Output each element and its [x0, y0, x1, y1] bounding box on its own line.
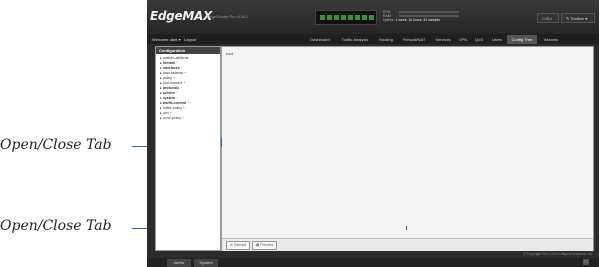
tab-vpn[interactable]: VPN: [456, 35, 470, 44]
tab-config-tree[interactable]: Config Tree: [507, 35, 537, 44]
tab-dashboard[interactable]: Dashboard: [305, 35, 335, 44]
toolbox-button[interactable]: ✎ Toolbox ▾: [561, 13, 595, 23]
tab-routing[interactable]: Routing: [375, 35, 397, 44]
uptime-value: 1 week, 16 hours, 32 minutes: [395, 18, 440, 22]
root-node[interactable]: root: [226, 51, 233, 56]
port-indicator: [334, 15, 339, 20]
sidebar-item-zone-policy[interactable]: ▸ zone-policy +: [160, 116, 184, 121]
cpu-bar: [399, 11, 459, 13]
top-bar: EdgeMAX EdgeRouter Pro v1.8.0 CPU: RAM: …: [147, 0, 599, 34]
port-indicator: [369, 15, 374, 20]
open-close-tab-callout-top: Open/Close Tab: [0, 137, 112, 153]
discard-button[interactable]: ⊘ Discard: [226, 241, 251, 250]
footer-tab-alerts[interactable]: Alerts: [167, 259, 191, 267]
sidebar-title: Configuration: [156, 47, 220, 54]
tab-firewall-nat[interactable]: Firewall/NAT: [398, 35, 430, 44]
port-indicator: [341, 15, 346, 20]
copyright-text: © Copyright 2012-2014 Ubiquiti Networks,…: [523, 252, 593, 256]
config-sidebar: Configuration ▸ custom-attribute ▸ firew…: [155, 46, 221, 251]
router-model: EdgeRouter Pro v1.8.0: [207, 14, 248, 19]
tab-services[interactable]: Services: [431, 35, 455, 44]
open-close-tab-callout-bottom: Open/Close Tab: [0, 218, 112, 234]
ram-bar: [399, 15, 459, 17]
tab-wizards[interactable]: Wizards: [538, 35, 564, 44]
config-action-bar: ⊘ Discard ▦ Preview: [222, 238, 593, 251]
edgemax-app-window: EdgeMAX EdgeRouter Pro v1.8.0 CPU: RAM: …: [147, 0, 599, 267]
cli-button[interactable]: □ CLI: [537, 13, 559, 23]
footer-toggle-icon[interactable]: □: [583, 259, 589, 265]
callout-leader-bottom-tick: [406, 226, 407, 230]
uptime-label: Uptime:: [383, 18, 395, 22]
callout-leader-top-tick: [221, 138, 222, 147]
port-indicator: [348, 15, 353, 20]
tab-qos[interactable]: QoS: [471, 35, 487, 44]
logout-link[interactable]: Logout: [184, 37, 196, 42]
port-status-panel: [315, 10, 377, 25]
footer-tab-system[interactable]: System: [194, 259, 218, 267]
preview-button[interactable]: ▦ Preview: [252, 241, 278, 250]
port-indicator: [320, 15, 325, 20]
config-tree-pane: root ⊘ Discard ▦ Preview: [221, 46, 594, 251]
tab-users[interactable]: Users: [488, 35, 506, 44]
edgemax-logo: EdgeMAX: [150, 9, 212, 23]
port-indicator: [362, 15, 367, 20]
tab-traffic-analysis[interactable]: Traffic Analysis: [336, 35, 374, 44]
port-indicator: [327, 15, 332, 20]
port-indicator: [355, 15, 360, 20]
welcome-text: Welcome ubnt ▾ Logout: [152, 37, 197, 42]
